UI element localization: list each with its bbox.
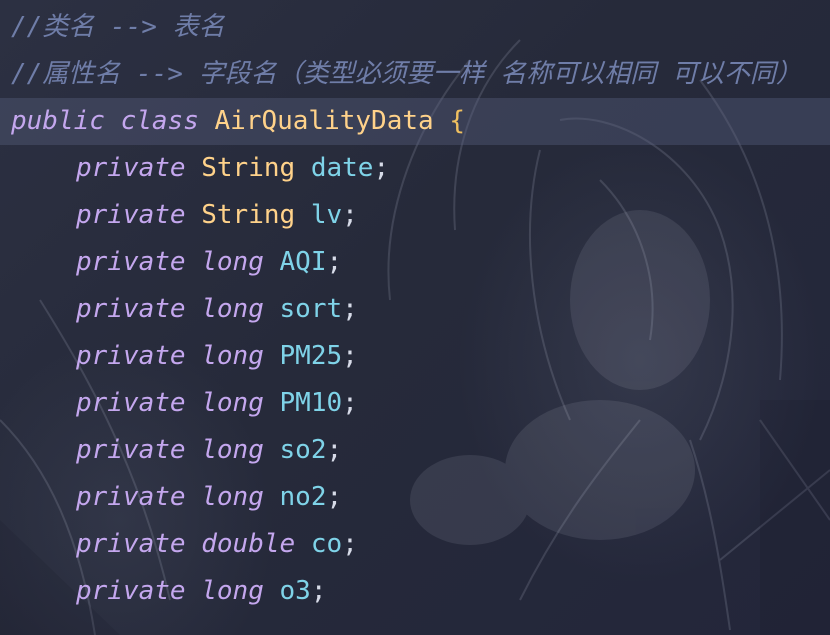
field-name: o3 — [279, 576, 311, 606]
field-type: long — [201, 341, 264, 371]
semicolon: ; — [342, 388, 358, 418]
code-line-field-o3[interactable]: private long o3; — [0, 568, 830, 615]
code-line-field-pm10[interactable]: private long PM10; — [0, 380, 830, 427]
code-line-field-no2[interactable]: private long no2; — [0, 474, 830, 521]
field-name: co — [310, 529, 343, 559]
class-name: AirQualityData — [214, 106, 434, 136]
field-name: PM25 — [279, 341, 343, 371]
comment-text: //属性名 --> 字段名（类型必须要一样 名称可以相同 可以不同） — [11, 59, 802, 89]
field-type: long — [201, 482, 264, 512]
field-type: String — [201, 200, 296, 230]
field-name: PM10 — [279, 388, 343, 418]
private-keyword: private — [76, 294, 186, 324]
semicolon: ; — [373, 153, 390, 183]
code-editor[interactable]: //类名 --> 表名 //属性名 --> 字段名（类型必须要一样 名称可以相同… — [0, 0, 830, 635]
private-keyword: private — [76, 247, 186, 277]
semicolon: ; — [342, 200, 358, 230]
open-brace: { — [449, 106, 465, 136]
private-keyword: private — [76, 435, 186, 465]
private-keyword: private — [76, 529, 186, 559]
code-line-comment-2[interactable]: //属性名 --> 字段名（类型必须要一样 名称可以相同 可以不同） — [0, 51, 830, 98]
code-line-field-pm25[interactable]: private long PM25; — [0, 333, 830, 380]
code-line-comment-1[interactable]: //类名 --> 表名 — [0, 4, 830, 51]
code-line-field-lv[interactable]: private String lv; — [0, 192, 830, 239]
field-type: long — [201, 294, 264, 324]
semicolon: ; — [326, 482, 343, 512]
code-line-field-so2[interactable]: private long so2; — [0, 427, 830, 474]
private-keyword: private — [76, 341, 186, 371]
code-line-field-sort[interactable]: private long sort; — [0, 286, 830, 333]
semicolon: ; — [342, 294, 358, 324]
field-type: long — [201, 576, 264, 606]
semicolon: ; — [310, 576, 327, 606]
field-type: long — [201, 435, 264, 465]
private-keyword: private — [76, 576, 186, 606]
code-line-class-declaration[interactable]: public class AirQualityData { — [0, 98, 830, 145]
field-name: sort — [279, 294, 343, 324]
field-type: long — [201, 388, 264, 418]
field-type: double — [201, 529, 296, 559]
private-keyword: private — [76, 482, 186, 512]
class-keyword: class — [120, 106, 199, 136]
field-name: no2 — [279, 482, 327, 512]
field-name: lv — [310, 200, 343, 230]
public-keyword: public — [11, 106, 105, 136]
semicolon: ; — [326, 247, 343, 277]
code-line-field-co[interactable]: private double co; — [0, 521, 830, 568]
field-type: long — [201, 247, 264, 277]
semicolon: ; — [342, 529, 358, 559]
code-line-field-aqi[interactable]: private long AQI; — [0, 239, 830, 286]
field-type: String — [201, 153, 296, 183]
comment-text: //类名 --> 表名 — [11, 12, 225, 42]
field-name: so2 — [279, 435, 327, 465]
code-line-field-date[interactable]: private String date; — [0, 145, 830, 192]
field-name: AQI — [279, 247, 327, 277]
semicolon: ; — [326, 435, 343, 465]
semicolon: ; — [342, 341, 358, 371]
private-keyword: private — [76, 388, 186, 418]
private-keyword: private — [76, 200, 186, 230]
field-name: date — [310, 153, 374, 183]
private-keyword: private — [76, 153, 186, 183]
